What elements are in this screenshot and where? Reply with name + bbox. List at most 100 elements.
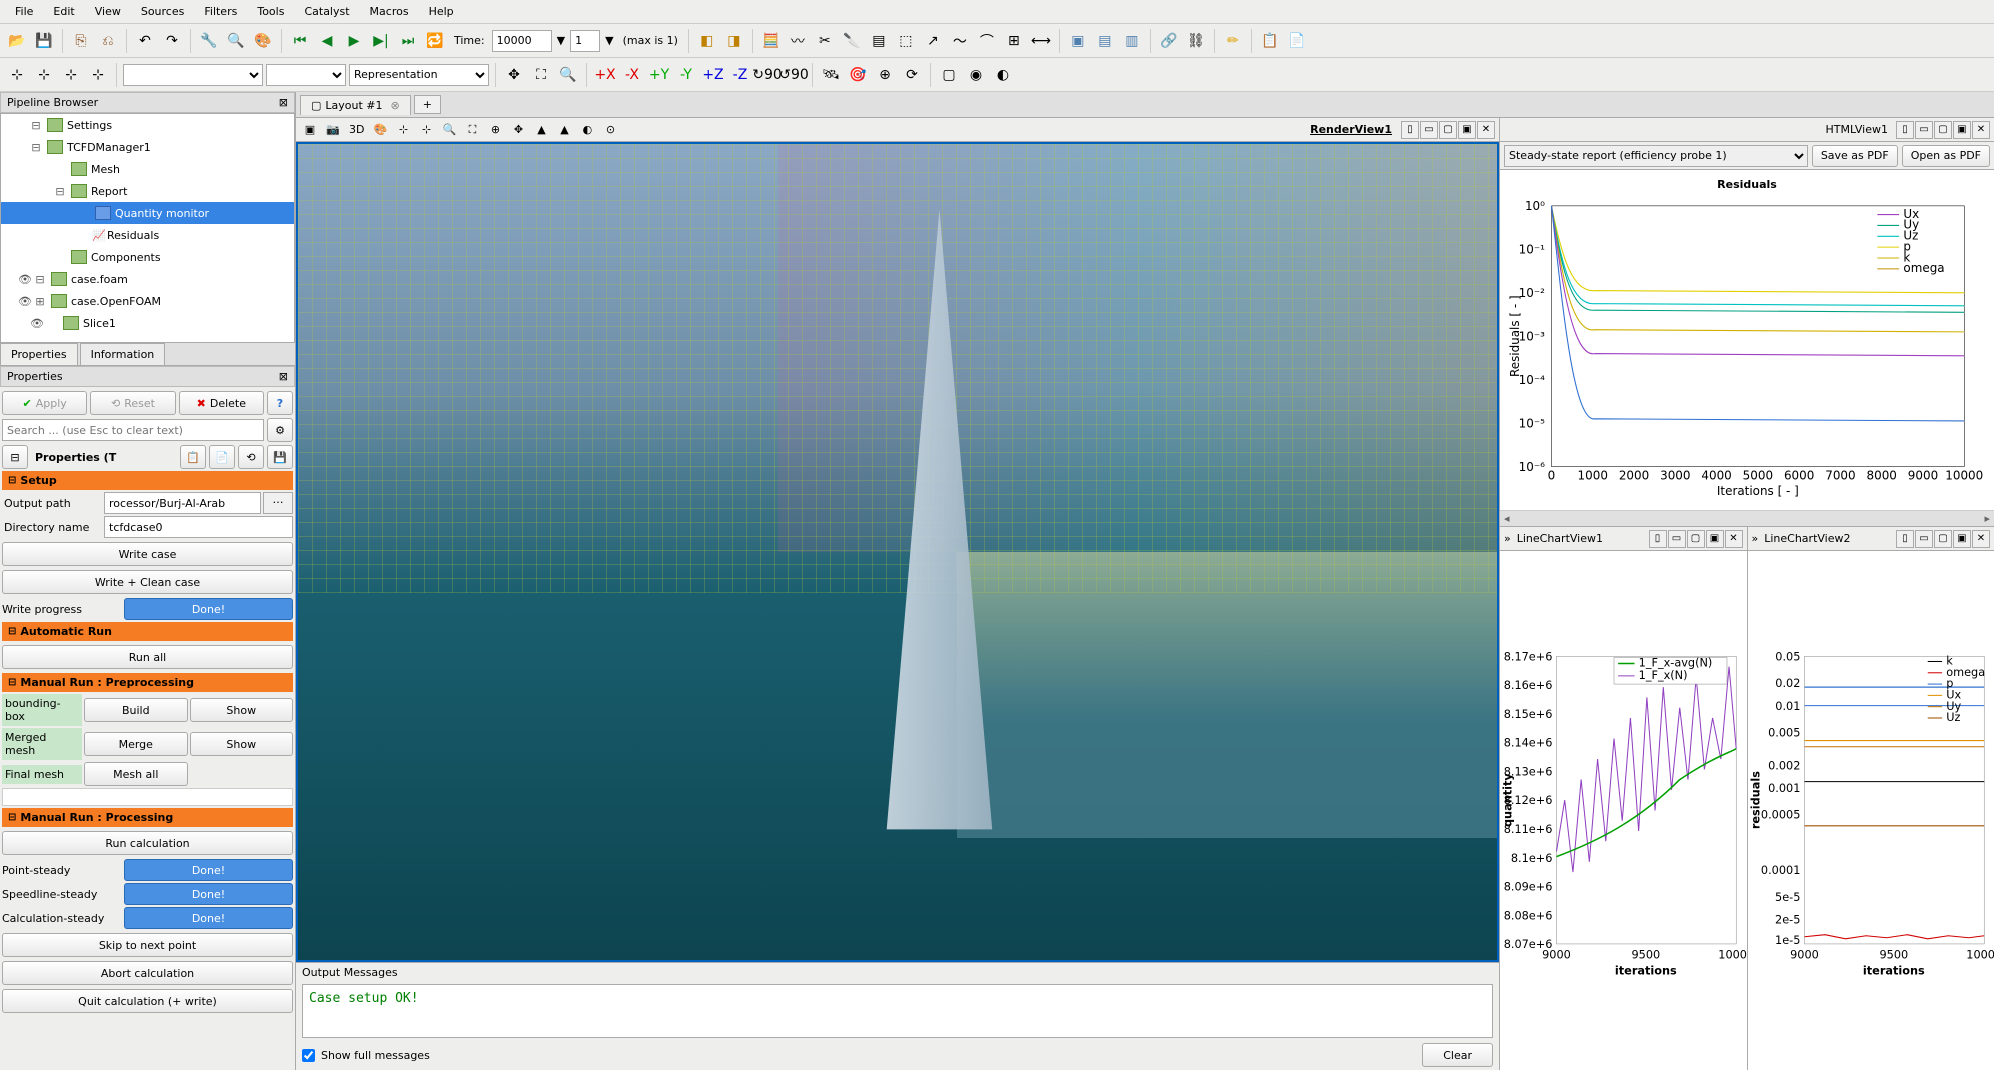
save-icon[interactable]: 💾 bbox=[32, 29, 56, 53]
edit-icon[interactable]: ✏ bbox=[1221, 29, 1245, 53]
misc-b-icon[interactable]: ◉ bbox=[964, 63, 988, 87]
hv-split-v-icon[interactable]: ▭ bbox=[1915, 121, 1933, 139]
menu-view[interactable]: View bbox=[85, 2, 131, 21]
time-input[interactable] bbox=[492, 30, 552, 52]
copy-icon[interactable]: 📋 bbox=[180, 445, 206, 469]
link-icon[interactable]: 🔗 bbox=[1157, 29, 1181, 53]
tree-caseopenfoam[interactable]: 👁⊞case.OpenFOAM bbox=[1, 290, 294, 312]
extract-icon[interactable]: ⬚ bbox=[894, 29, 918, 53]
dir-name-input[interactable] bbox=[104, 516, 293, 538]
rv-icon-d[interactable]: ⊹ bbox=[393, 120, 413, 140]
clip-icon[interactable]: ✂ bbox=[813, 29, 837, 53]
reflect-icon[interactable]: ⟷ bbox=[1029, 29, 1053, 53]
tool-a-icon[interactable]: ◧ bbox=[695, 29, 719, 53]
merged-merge-button[interactable]: Merge bbox=[84, 732, 188, 756]
rv-split-v-icon[interactable]: ▭ bbox=[1420, 121, 1438, 139]
volume-a-icon[interactable]: ▣ bbox=[1066, 29, 1090, 53]
camera-d-icon[interactable]: ⟳ bbox=[900, 63, 924, 87]
rv-icon-e[interactable]: ⊹ bbox=[416, 120, 436, 140]
menu-tools[interactable]: Tools bbox=[247, 2, 294, 21]
scroll-right-icon[interactable]: ▸ bbox=[1980, 512, 1994, 525]
output-path-browse[interactable]: … bbox=[263, 492, 293, 514]
lc1-max-icon[interactable]: ▢ bbox=[1687, 530, 1705, 548]
last-frame-icon[interactable]: ⏭ bbox=[396, 29, 420, 53]
misc-a-icon[interactable]: ▢ bbox=[937, 63, 961, 87]
color-comp-select[interactable] bbox=[266, 64, 346, 86]
lc2-split-h-icon[interactable]: ▯ bbox=[1896, 530, 1914, 548]
menu-sources[interactable]: Sources bbox=[131, 2, 195, 21]
disconnect-icon[interactable]: ⎌ bbox=[96, 29, 120, 53]
run-all-button[interactable]: Run all bbox=[2, 645, 293, 669]
lc2-close-icon[interactable]: ✕ bbox=[1972, 530, 1990, 548]
final-meshall-button[interactable]: Mesh all bbox=[84, 762, 188, 786]
volume-b-icon[interactable]: ▤ bbox=[1093, 29, 1117, 53]
lc2-tool-icon[interactable]: » bbox=[1752, 532, 1759, 545]
clear-button[interactable]: Clear bbox=[1422, 1043, 1493, 1067]
camera-b-icon[interactable]: 🎯 bbox=[846, 63, 870, 87]
zoom-data-icon[interactable]: 🔍 bbox=[556, 63, 580, 87]
write-clean-button[interactable]: Write + Clean case bbox=[2, 570, 293, 594]
pipeline-close-icon[interactable]: ⊠ bbox=[279, 96, 288, 109]
search-settings-icon[interactable]: ⚙ bbox=[267, 418, 293, 442]
axes-a-icon[interactable]: ⊹ bbox=[5, 63, 29, 87]
tool-icon[interactable]: 🔧 bbox=[197, 29, 221, 53]
unlink-icon[interactable]: ⛓ bbox=[1184, 29, 1208, 53]
pipeline-browser[interactable]: ⊟Settings ⊟TCFDManager1 Mesh ⊟Report Qua… bbox=[0, 113, 295, 343]
reset-camera-icon[interactable]: ✥ bbox=[502, 63, 526, 87]
y-minus-icon[interactable]: -Y bbox=[674, 63, 698, 87]
section-manual-proc[interactable]: ⊟Manual Run : Processing bbox=[2, 808, 293, 827]
scroll-left-icon[interactable]: ◂ bbox=[1500, 512, 1514, 525]
menu-help[interactable]: Help bbox=[419, 2, 464, 21]
reset-button[interactable]: ⟲Reset bbox=[90, 391, 175, 415]
glyph-icon[interactable]: ↗ bbox=[921, 29, 945, 53]
tool-b-icon[interactable]: ◨ bbox=[722, 29, 746, 53]
menu-edit[interactable]: Edit bbox=[43, 2, 84, 21]
calc-icon[interactable]: 🧮 bbox=[759, 29, 783, 53]
tree-quantity-monitor[interactable]: Quantity monitor bbox=[1, 202, 294, 224]
axes-d-icon[interactable]: ⊹ bbox=[86, 63, 110, 87]
hv-restore-icon[interactable]: ▣ bbox=[1953, 121, 1971, 139]
quit-button[interactable]: Quit calculation (+ write) bbox=[2, 989, 293, 1013]
tab-information[interactable]: Information bbox=[80, 343, 166, 365]
x-minus-icon[interactable]: -X bbox=[620, 63, 644, 87]
rv-split-h-icon[interactable]: ▯ bbox=[1401, 121, 1419, 139]
find-icon[interactable]: 🔍 bbox=[224, 29, 248, 53]
z-plus-icon[interactable]: +Z bbox=[701, 63, 725, 87]
tree-settings[interactable]: ⊟Settings bbox=[1, 114, 294, 136]
rv-close-icon[interactable]: ✕ bbox=[1477, 121, 1495, 139]
paste-prop-icon[interactable]: 📄 bbox=[209, 445, 235, 469]
camera-a-icon[interactable]: 🛰 bbox=[819, 63, 843, 87]
lc2-restore-icon[interactable]: ▣ bbox=[1953, 530, 1971, 548]
tree-mesh[interactable]: Mesh bbox=[1, 158, 294, 180]
volume-c-icon[interactable]: ▥ bbox=[1120, 29, 1144, 53]
lc1-split-v-icon[interactable]: ▭ bbox=[1668, 530, 1686, 548]
tree-residuals[interactable]: 📈Residuals bbox=[1, 224, 294, 246]
rv-max-icon[interactable]: ▢ bbox=[1439, 121, 1457, 139]
connect-icon[interactable]: ⎘ bbox=[69, 29, 93, 53]
camera-c-icon[interactable]: ⊕ bbox=[873, 63, 897, 87]
contour-icon[interactable]: 〰 bbox=[786, 29, 810, 53]
play-icon[interactable]: ▶ bbox=[342, 29, 366, 53]
show-full-checkbox[interactable] bbox=[302, 1049, 315, 1062]
redo-icon[interactable]: ↷ bbox=[160, 29, 184, 53]
hv-max-icon[interactable]: ▢ bbox=[1934, 121, 1952, 139]
abort-button[interactable]: Abort calculation bbox=[2, 961, 293, 985]
menu-file[interactable]: File bbox=[5, 2, 43, 21]
add-tab-button[interactable]: + bbox=[414, 95, 441, 114]
z-minus-icon[interactable]: -Z bbox=[728, 63, 752, 87]
lc2-max-icon[interactable]: ▢ bbox=[1934, 530, 1952, 548]
properties-close-icon[interactable]: ⊠ bbox=[279, 370, 288, 383]
rv-icon-i[interactable]: ✥ bbox=[508, 120, 528, 140]
tab-properties[interactable]: Properties bbox=[0, 343, 78, 365]
close-tab-icon[interactable]: ⊗ bbox=[391, 99, 400, 112]
loop-icon[interactable]: 🔁 bbox=[423, 29, 447, 53]
threshold-icon[interactable]: ▤ bbox=[867, 29, 891, 53]
delete-button[interactable]: ✖Delete bbox=[179, 391, 264, 415]
rv-icon-k[interactable]: ▲ bbox=[554, 120, 574, 140]
rv-restore-icon[interactable]: ▣ bbox=[1458, 121, 1476, 139]
bbox-build-button[interactable]: Build bbox=[84, 698, 188, 722]
save-pdf-button[interactable]: Save as PDF bbox=[1812, 145, 1898, 167]
lc1-close-icon[interactable]: ✕ bbox=[1725, 530, 1743, 548]
lc1-split-h-icon[interactable]: ▯ bbox=[1649, 530, 1667, 548]
rv-icon-c[interactable]: 🎨 bbox=[370, 120, 390, 140]
